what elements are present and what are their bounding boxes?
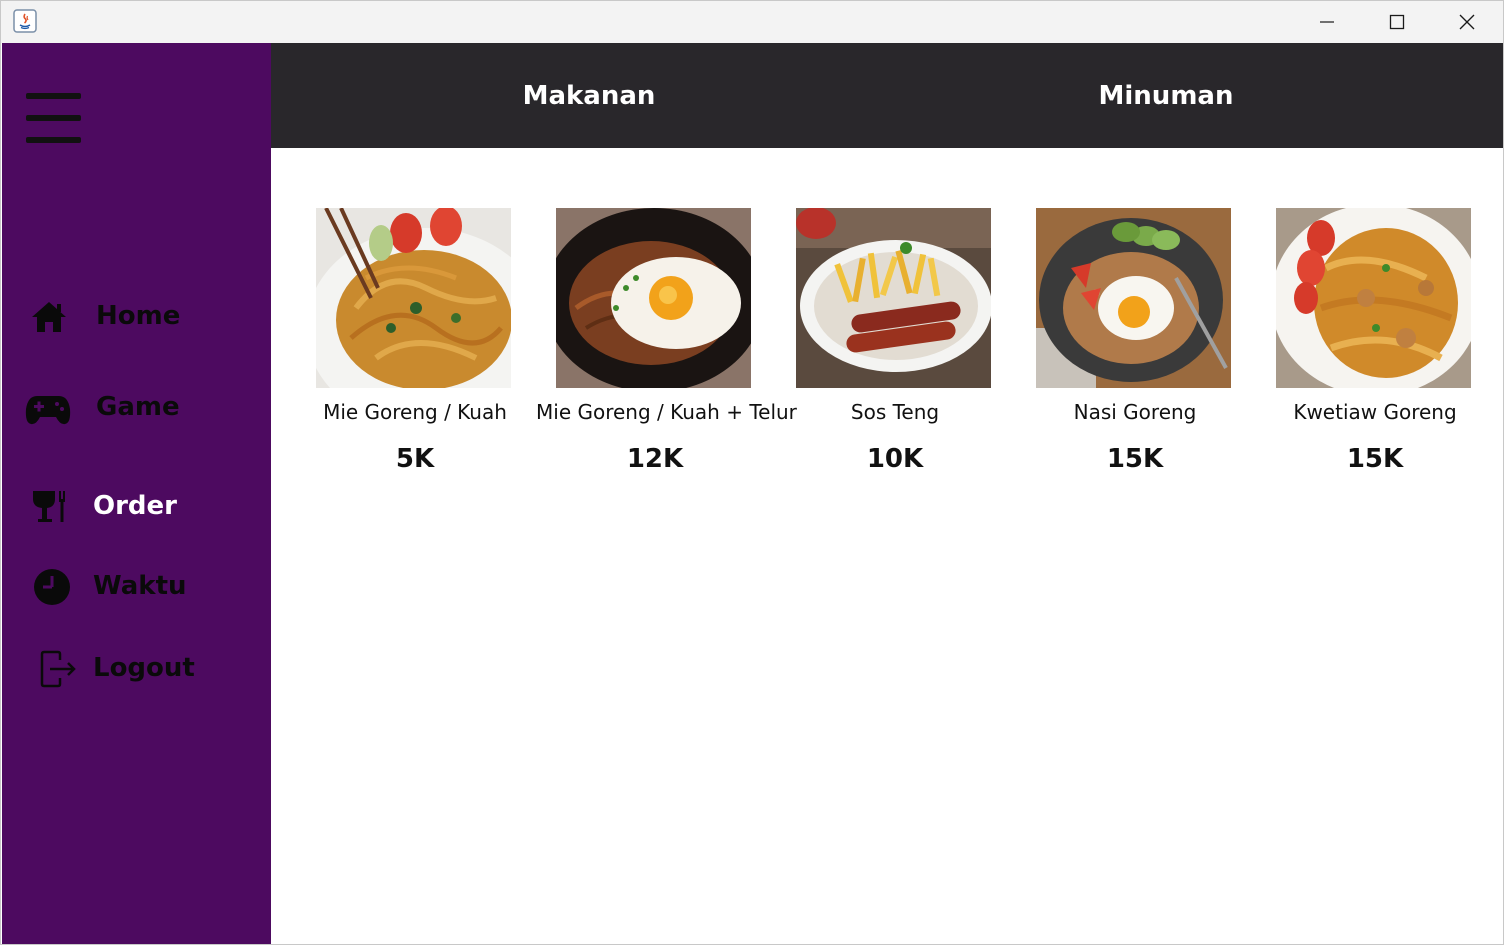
home-icon bbox=[26, 294, 72, 340]
noodles-with-egg-photo bbox=[556, 208, 751, 388]
menu-item-name: Mie Goreng / Kuah bbox=[323, 400, 507, 424]
logout-icon bbox=[35, 646, 81, 692]
sidebar-item-order[interactable]: Order bbox=[2, 477, 271, 537]
sidebar-item-label: Game bbox=[96, 392, 180, 422]
title-bar bbox=[1, 1, 1503, 43]
menu-item-price: 5K bbox=[395, 444, 435, 474]
menu-item-card[interactable]: Nasi Goreng 15K bbox=[1036, 208, 1276, 488]
menu-item-name: Sos Teng bbox=[850, 400, 940, 424]
menu-item-name: Nasi Goreng bbox=[1073, 400, 1197, 424]
close-icon bbox=[1459, 14, 1475, 30]
menu-item-card[interactable]: Mie Goreng / Kuah 5K bbox=[316, 208, 556, 488]
gamepad-icon bbox=[25, 387, 71, 433]
sidebar-item-game[interactable]: Game bbox=[2, 377, 271, 437]
category-tab-bar: Makanan Minuman bbox=[271, 43, 1503, 148]
menu-item-card[interactable]: Sos Teng 10K bbox=[796, 208, 1036, 488]
sidebar-item-waktu[interactable]: Waktu bbox=[2, 559, 271, 619]
utensils-icon bbox=[26, 483, 72, 529]
fried-rice-photo bbox=[1036, 208, 1231, 388]
menu-item-price: 12K bbox=[626, 444, 684, 474]
close-button[interactable] bbox=[1432, 1, 1502, 43]
java-app-icon bbox=[13, 9, 37, 33]
fried-kwetiaw-photo bbox=[1276, 208, 1471, 388]
menu-item-price: 15K bbox=[1346, 444, 1404, 474]
clock-icon bbox=[29, 564, 75, 610]
fried-noodles-photo bbox=[316, 208, 511, 388]
menu-item-name: Mie Goreng / Kuah + Telur bbox=[536, 400, 797, 424]
sidebar-item-label: Waktu bbox=[93, 571, 187, 601]
maximize-icon bbox=[1389, 14, 1405, 30]
sidebar-item-logout[interactable]: Logout bbox=[2, 641, 271, 701]
menu-item-price: 10K bbox=[866, 444, 924, 474]
menu-item-name: Kwetiaw Goreng bbox=[1293, 400, 1457, 424]
minimize-button[interactable] bbox=[1292, 1, 1362, 43]
minimize-icon bbox=[1320, 21, 1334, 23]
sausage-and-fries-photo bbox=[796, 208, 991, 388]
sidebar-item-home[interactable]: Home bbox=[2, 289, 271, 349]
sidebar: Home Game Order Waktu Logout bbox=[2, 43, 271, 944]
sidebar-item-label: Home bbox=[96, 301, 181, 331]
menu-item-price: 15K bbox=[1106, 444, 1164, 474]
app-window: Home Game Order Waktu Logout Makanan Min… bbox=[0, 0, 1504, 945]
menu-item-card[interactable]: Mie Goreng / Kuah + Telur 12K bbox=[536, 208, 797, 488]
maximize-button[interactable] bbox=[1362, 1, 1432, 43]
hamburger-menu-icon[interactable] bbox=[24, 91, 84, 147]
tab-makanan[interactable]: Makanan bbox=[301, 43, 877, 148]
menu-item-card[interactable]: Kwetiaw Goreng 15K bbox=[1276, 208, 1503, 488]
sidebar-item-label: Logout bbox=[93, 653, 195, 683]
tab-minuman[interactable]: Minuman bbox=[878, 43, 1454, 148]
sidebar-item-label: Order bbox=[93, 491, 177, 521]
